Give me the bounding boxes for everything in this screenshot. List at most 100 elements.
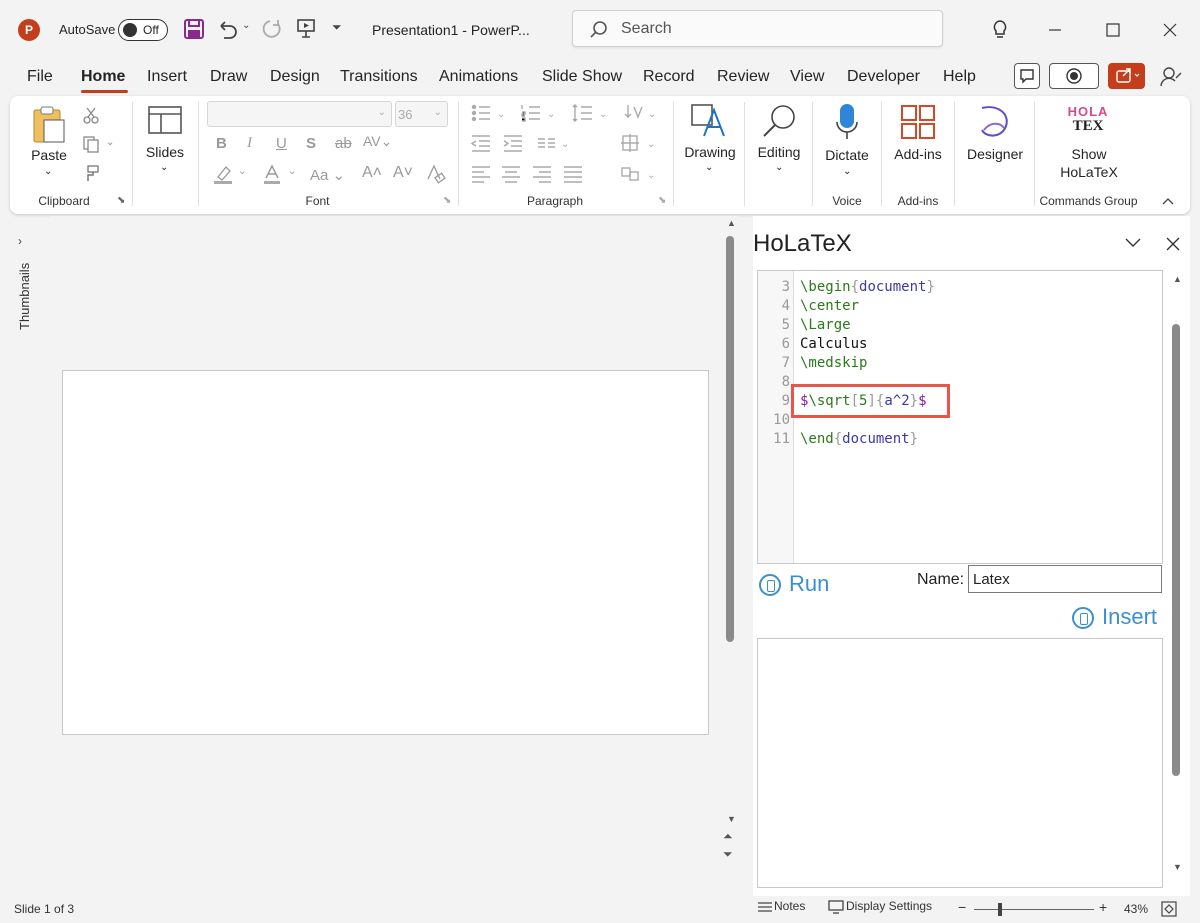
align-left-icon[interactable] (470, 164, 492, 187)
display-settings-button[interactable]: Display Settings (828, 899, 932, 915)
decrease-indent-icon[interactable] (470, 133, 492, 156)
bullets-icon[interactable]: ⌄ (470, 103, 506, 126)
align-right-icon[interactable] (531, 164, 553, 187)
highlight-color-icon[interactable] (212, 163, 236, 188)
record-button[interactable] (1049, 63, 1099, 89)
italic-icon[interactable]: I (247, 135, 252, 152)
clear-formatting-icon[interactable] (424, 163, 446, 188)
new-slide-icon[interactable] (147, 105, 183, 138)
zoom-in-button[interactable]: + (1099, 899, 1107, 915)
chevron-down-icon[interactable]: ⌄ (288, 166, 296, 177)
tab-home[interactable]: Home (81, 68, 125, 88)
paste-button[interactable]: Paste (30, 147, 68, 163)
comments-button[interactable] (1014, 63, 1040, 89)
smartart-icon[interactable]: ⌄ (620, 164, 658, 187)
share-button[interactable] (1108, 63, 1145, 89)
name-input[interactable] (968, 565, 1162, 593)
present-from-start-icon[interactable] (295, 17, 317, 42)
scrollbar-thumb[interactable] (726, 236, 734, 642)
drawing-button[interactable]: Drawing (681, 144, 739, 160)
font-color-icon[interactable] (262, 163, 282, 188)
increase-indent-icon[interactable] (502, 133, 524, 156)
copy-dropdown-icon[interactable]: ⌄ (106, 137, 114, 148)
previous-slide-icon[interactable]: ⏶ (723, 830, 733, 842)
text-direction-icon[interactable]: ⌄ (622, 103, 658, 126)
zoom-slider-thumb[interactable] (997, 903, 1002, 916)
maximize-icon[interactable] (1098, 14, 1128, 44)
format-painter-icon[interactable] (82, 164, 100, 185)
font-name-combo[interactable]: ⌄ (207, 101, 392, 127)
show-holatex-label-2[interactable]: HoLaTeX (1050, 164, 1128, 180)
justify-icon[interactable] (562, 164, 584, 187)
lightbulb-icon[interactable] (985, 14, 1015, 44)
redo-icon[interactable] (261, 18, 283, 43)
editing-dropdown-icon[interactable]: ⌄ (775, 162, 783, 173)
tab-view[interactable]: View (790, 68, 824, 88)
expand-thumbnails-icon[interactable]: › (18, 234, 22, 248)
cut-icon[interactable] (82, 106, 100, 127)
align-text-icon[interactable]: ⌄ (620, 133, 658, 156)
font-launcher-icon[interactable]: ⬊ (443, 195, 451, 206)
increase-font-size-icon[interactable]: A˄ (362, 164, 382, 182)
scrollbar-thumb[interactable] (1172, 324, 1180, 776)
designer-icon[interactable] (976, 104, 1012, 143)
add-ins-button[interactable]: Add-ins (888, 146, 948, 162)
editing-button[interactable]: Editing (752, 144, 806, 160)
line-spacing-icon[interactable]: ⌄ (572, 103, 608, 126)
zoom-slider[interactable] (974, 909, 1094, 910)
save-icon[interactable] (183, 18, 205, 43)
zoom-out-button[interactable]: − (958, 899, 966, 915)
add-ins-icon[interactable] (900, 104, 936, 143)
clipboard-launcher-icon[interactable]: ⬊ (117, 195, 125, 206)
fit-to-window-icon[interactable] (1161, 901, 1177, 920)
coauthor-icon[interactable] (1158, 64, 1184, 93)
tab-transitions[interactable]: Transitions (340, 68, 418, 88)
pane-close-icon[interactable] (1165, 236, 1181, 255)
drawing-dropdown-icon[interactable]: ⌄ (705, 162, 713, 173)
tab-file[interactable]: File (27, 68, 53, 88)
microphone-icon[interactable] (834, 102, 860, 145)
copy-icon[interactable] (82, 135, 100, 156)
underline-icon[interactable]: U (276, 135, 287, 152)
scroll-up-icon[interactable]: ▲ (1173, 274, 1182, 284)
show-holatex-label-1[interactable]: Show (1050, 146, 1128, 162)
minimize-icon[interactable] (1040, 14, 1070, 44)
tab-review[interactable]: Review (717, 68, 769, 88)
editing-search-icon[interactable] (760, 102, 800, 143)
pane-options-icon[interactable] (1124, 236, 1142, 253)
zoom-level[interactable]: 43% (1124, 902, 1148, 916)
collapse-ribbon-icon[interactable] (1162, 193, 1174, 209)
bold-icon[interactable]: B (216, 135, 227, 152)
paragraph-launcher-icon[interactable]: ⬊ (658, 195, 666, 206)
scroll-down-icon[interactable]: ▼ (1173, 862, 1182, 872)
text-shadow-icon[interactable]: S (306, 135, 316, 152)
scroll-up-icon[interactable]: ▲ (727, 218, 736, 228)
next-slide-icon[interactable]: ⏷ (723, 848, 733, 860)
tab-record[interactable]: Record (643, 68, 695, 88)
thumbnails-label[interactable]: Thumbnails (17, 263, 32, 330)
strikethrough-icon[interactable]: ab (335, 135, 352, 152)
undo-icon[interactable] (216, 18, 238, 43)
character-spacing-icon[interactable]: AV⌄ (363, 133, 392, 150)
tab-slide-show[interactable]: Slide Show (542, 68, 622, 88)
run-button[interactable]: Run (759, 571, 829, 597)
customize-toolbar-icon[interactable]: ⏷ (332, 20, 342, 35)
tab-design[interactable]: Design (270, 68, 320, 88)
paste-icon[interactable] (30, 104, 68, 147)
slides-dropdown-icon[interactable]: ⌄ (160, 162, 168, 173)
pane-scrollbar[interactable]: ▲ ▼ (1168, 270, 1185, 880)
tab-developer[interactable]: Developer (847, 68, 920, 88)
align-center-icon[interactable] (500, 164, 522, 187)
autosave-toggle[interactable]: Off (118, 19, 168, 41)
slides-button[interactable]: Slides (140, 144, 190, 160)
paste-dropdown-icon[interactable]: ⌄ (44, 166, 52, 177)
columns-icon[interactable]: ⌄ (536, 133, 572, 156)
insert-button[interactable]: Insert (1072, 604, 1157, 630)
chevron-down-icon[interactable]: ⌄ (238, 166, 246, 177)
close-window-icon[interactable] (1155, 14, 1185, 44)
dictate-dropdown-icon[interactable]: ⌄ (843, 166, 851, 177)
editor-scrollbar[interactable]: ▲ ▼ ⏶ ⏷ (722, 216, 739, 894)
dictate-button[interactable]: Dictate (820, 147, 874, 163)
font-size-combo[interactable]: 36 ⌄ (395, 101, 448, 127)
slide-canvas[interactable] (62, 370, 709, 735)
